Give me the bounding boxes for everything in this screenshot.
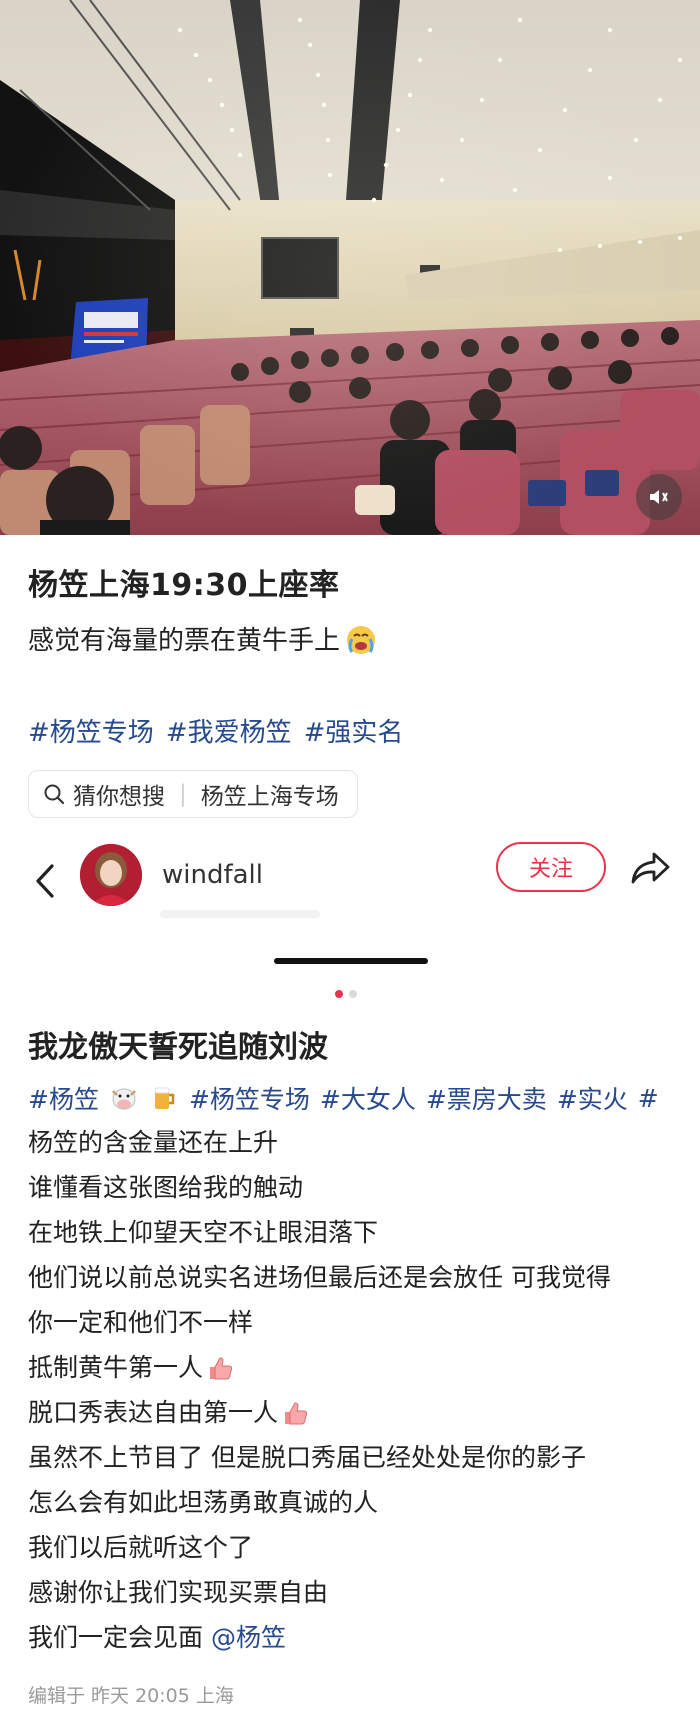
post-body-text: 感觉有海量的票在黄牛手上: [28, 626, 341, 656]
edit-timestamp: 编辑于 昨天 20:05 上海: [28, 1685, 234, 1707]
search-icon: [44, 784, 65, 805]
home-indicator: [274, 958, 428, 964]
speaker-icon: [650, 490, 668, 504]
avatar[interactable]: [80, 844, 142, 906]
body-line: 我们一定会见面 @杨笠: [28, 1615, 678, 1660]
hashtag[interactable]: #: [638, 1084, 659, 1113]
share-arrow-icon[interactable]: [628, 848, 672, 888]
cow-face-icon: [112, 1088, 136, 1110]
body-line: 脱口秀表达自由第一人: [28, 1390, 678, 1435]
hashtag[interactable]: #实火: [557, 1080, 628, 1116]
suggested-search-label: 猜你想搜: [73, 784, 165, 810]
mute-button[interactable]: [636, 474, 682, 520]
body-line: 他们说以前总说实名进场但最后还是会放任 可我觉得: [28, 1263, 611, 1292]
post-title: 杨笠上海19:30上座率: [28, 568, 340, 603]
hashtag[interactable]: #票房大卖: [426, 1080, 547, 1116]
chevron-left-icon[interactable]: [28, 860, 64, 902]
body-line: 怎么会有如此坦荡勇敢真诚的人: [28, 1488, 379, 1517]
carousel-indicator: [335, 990, 357, 998]
body-line: 抵制黄牛第一人: [28, 1345, 678, 1390]
post-photo[interactable]: [0, 0, 700, 535]
hashtag[interactable]: #杨笠专场: [189, 1080, 310, 1116]
body-line: 我们以后就听这个了: [28, 1533, 254, 1562]
crying-face-icon: [347, 625, 376, 654]
body-line: 在地铁上仰望天空不让眼泪落下: [28, 1218, 379, 1247]
body-line: 虽然不上节目了 但是脱口秀届已经处处是你的影子: [28, 1443, 586, 1472]
author-name[interactable]: windfall: [162, 860, 263, 890]
body-line: 你一定和他们不一样: [28, 1308, 254, 1337]
hashtag[interactable]: #大女人: [320, 1080, 416, 1116]
ghost-strip: [160, 910, 320, 918]
chip-divider: |: [179, 781, 187, 807]
body-line: 感谢你让我们实现买票自由: [28, 1578, 329, 1607]
hashtag[interactable]: #杨笠: [28, 1080, 99, 1116]
carousel-dot: [335, 990, 343, 998]
beer-mug-icon: [154, 1087, 175, 1109]
hashtag[interactable]: #杨笠专场: [28, 712, 154, 749]
avatar-image: [80, 844, 142, 906]
theater-photo: [0, 0, 700, 535]
post2-tags: #杨笠 #杨笠专场 #大女人 #票房大卖 #实火 #: [28, 1080, 659, 1116]
hashtag[interactable]: #强实名: [304, 712, 404, 749]
post-body: 感觉有海量的票在黄牛手上: [28, 620, 378, 657]
post2-body: 杨笠的含金量还在上升 谁懂看这张图给我的触动 在地铁上仰望天空不让眼泪落下 他们…: [28, 1120, 678, 1660]
carousel-dot: [349, 990, 357, 998]
post2-title: 我龙傲天誓死追随刘波: [28, 1030, 328, 1065]
post-tags: #杨笠专场 #我爱杨笠 #强实名: [28, 712, 403, 749]
mention-link[interactable]: @杨笠: [211, 1615, 286, 1660]
thumbs-up-icon: [285, 1401, 308, 1424]
body-line-text: 脱口秀表达自由第一人: [28, 1398, 279, 1427]
thumbs-up-icon: [210, 1356, 233, 1379]
follow-button[interactable]: 关注: [496, 842, 606, 892]
body-line-text: 抵制黄牛第一人: [28, 1353, 204, 1382]
suggested-search-query: 杨笠上海专场: [200, 784, 339, 810]
body-line-text: 我们一定会见面: [28, 1623, 204, 1652]
body-line: 谁懂看这张图给我的触动: [28, 1173, 304, 1202]
hashtag[interactable]: #我爱杨笠: [166, 712, 292, 749]
author-bar: windfall 关注: [0, 838, 700, 924]
suggested-search-chip[interactable]: 猜你想搜 | 杨笠上海专场: [28, 770, 358, 818]
body-line: 杨笠的含金量还在上升: [28, 1128, 279, 1157]
